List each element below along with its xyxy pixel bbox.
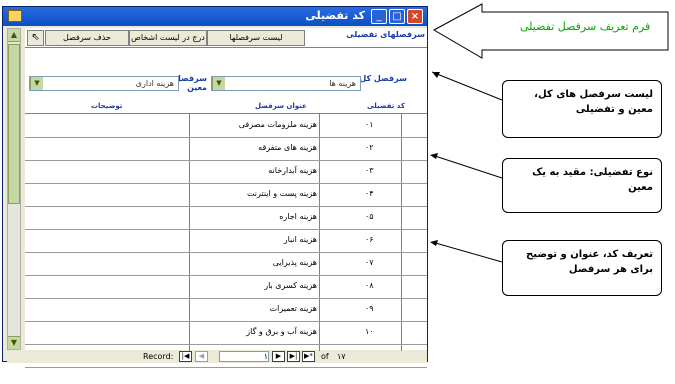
callout-detail-type: نوع تفضیلی: مقید به یک معین [502,158,662,213]
callout-headings-list: لیست سرفصل های کل، معین و تفضیلی [502,80,662,138]
callout-define-code: تعریف کد، عنوان و توضیح برای هر سرفصل [502,240,662,296]
